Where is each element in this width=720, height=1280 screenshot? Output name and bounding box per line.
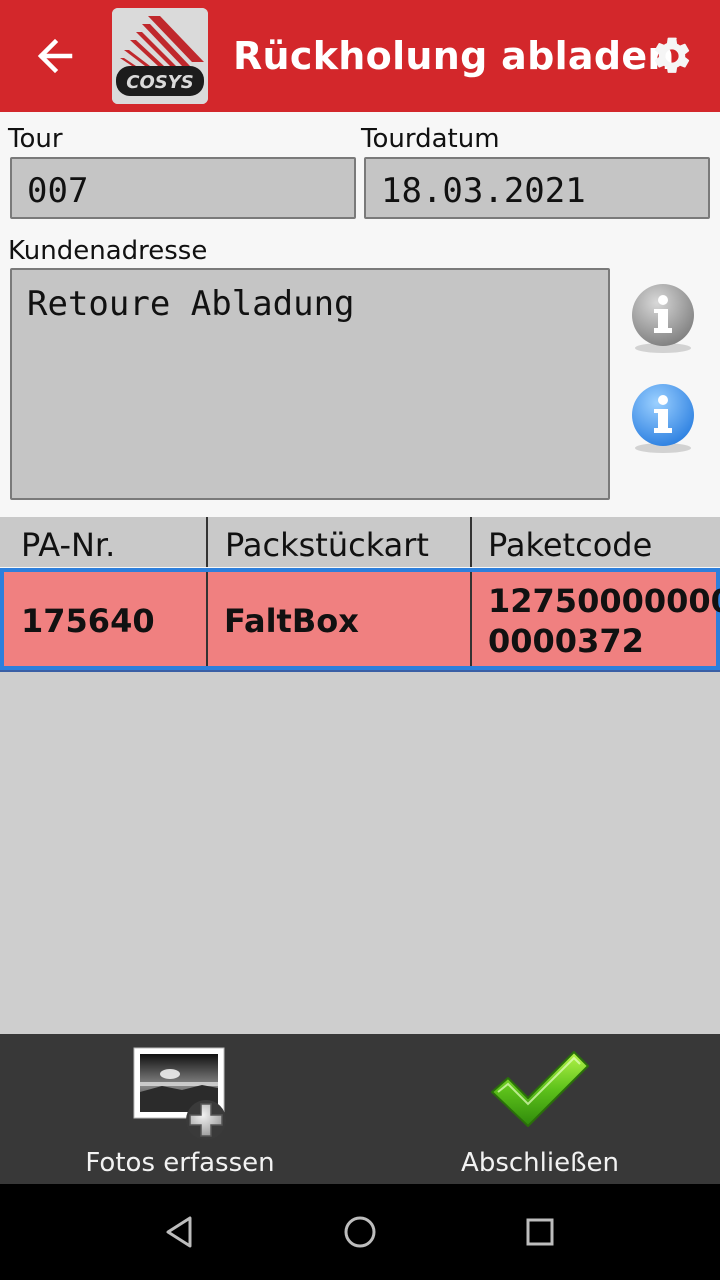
abschliessen-label: Abschließen xyxy=(461,1148,619,1178)
info-gray-button[interactable] xyxy=(630,282,696,356)
cosys-logo: COSYS xyxy=(112,8,208,104)
column-header-pa-nr[interactable]: PA-Nr. xyxy=(21,517,115,567)
info-blue-button[interactable] xyxy=(630,382,696,456)
table-header: PA-Nr. Packstückart Paketcode xyxy=(0,517,720,567)
gear-icon xyxy=(654,37,690,73)
system-nav-bar xyxy=(0,1184,720,1280)
logo-text: COSYS xyxy=(126,72,193,93)
fotos-erfassen-button[interactable]: Fotos erfassen xyxy=(0,1034,360,1184)
kundenadresse-field[interactable]: Retoure Abladung xyxy=(10,268,610,500)
back-button[interactable] xyxy=(22,22,90,90)
checkmark-icon xyxy=(491,1051,589,1127)
page-title: Rückholung abladen xyxy=(233,34,675,78)
list-empty-area xyxy=(0,670,720,1034)
app-bar: COSYS Rückholung abladen xyxy=(0,0,720,112)
cell-paketcode-line2: 0000372 xyxy=(488,622,644,660)
column-divider xyxy=(206,572,208,666)
cell-paketcode-line1: 127500000000 xyxy=(488,582,720,620)
column-divider xyxy=(206,517,208,567)
column-divider xyxy=(470,517,472,567)
tourdatum-field[interactable]: 18.03.2021 xyxy=(364,157,710,219)
column-header-paketcode[interactable]: Paketcode xyxy=(488,517,652,567)
abschliessen-button[interactable]: Abschließen xyxy=(360,1034,720,1184)
nav-back-button[interactable] xyxy=(150,1202,210,1262)
action-bar: Fotos erfassen Abschließen xyxy=(0,1034,720,1184)
kundenadresse-label: Kundenadresse xyxy=(8,236,208,266)
fotos-erfassen-label: Fotos erfassen xyxy=(85,1148,275,1178)
column-divider xyxy=(470,572,472,666)
settings-button[interactable] xyxy=(640,24,704,88)
nav-recents-button[interactable] xyxy=(510,1202,570,1262)
info-gray-icon xyxy=(632,284,694,353)
nav-home-button[interactable] xyxy=(330,1202,390,1262)
cell-packstueckart: FaltBox xyxy=(224,602,359,640)
cell-pa-nr: 175640 xyxy=(21,602,155,640)
tour-label: Tour xyxy=(8,124,63,154)
app-root: COSYS Rückholung abladen Tour 007 Tourda… xyxy=(0,0,720,1280)
info-blue-icon xyxy=(632,384,694,453)
nav-recents-icon xyxy=(526,1218,554,1246)
tour-field[interactable]: 007 xyxy=(10,157,356,219)
add-photo-icon xyxy=(133,1047,226,1140)
table-row[interactable]: 175640 FaltBox 127500000000 0000372 xyxy=(0,568,720,670)
nav-back-icon xyxy=(166,1216,192,1248)
arrow-left-icon xyxy=(37,38,73,74)
nav-home-icon xyxy=(344,1216,376,1248)
column-header-packstueckart[interactable]: Packstückart xyxy=(225,517,429,567)
tourdatum-label: Tourdatum xyxy=(361,124,500,154)
